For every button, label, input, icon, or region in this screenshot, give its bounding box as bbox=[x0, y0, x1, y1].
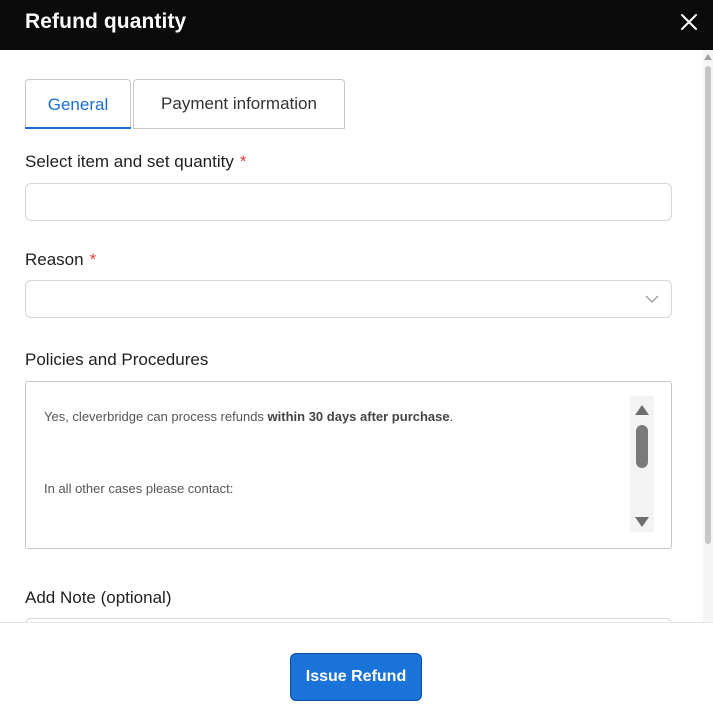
scroll-up-arrow-icon[interactable] bbox=[704, 54, 712, 60]
policies-scroll-thumb[interactable] bbox=[636, 425, 648, 468]
policy-line1-suffix: . bbox=[449, 409, 454, 424]
policy-line1-bold: within 30 days after purchase bbox=[267, 409, 450, 424]
item-quantity-input[interactable] bbox=[25, 183, 672, 221]
policies-text: Yes, cleverbridge can process refunds wi… bbox=[44, 408, 624, 548]
tab-payment-information[interactable]: Payment information bbox=[133, 79, 345, 129]
scroll-up-arrow-icon[interactable] bbox=[634, 404, 650, 416]
issue-refund-button[interactable]: Issue Refund bbox=[290, 653, 422, 701]
dialog-scrollbar[interactable] bbox=[703, 50, 713, 622]
dialog-footer: Issue Refund bbox=[0, 622, 713, 707]
scroll-down-arrow-icon[interactable] bbox=[634, 516, 650, 528]
required-mark: * bbox=[89, 250, 97, 269]
close-icon[interactable] bbox=[677, 10, 701, 34]
dialog-header: Refund quantity bbox=[0, 0, 713, 50]
required-mark: * bbox=[239, 152, 247, 171]
policy-line1-prefix: Yes, cleverbridge can process refunds bbox=[44, 409, 268, 424]
policies-scrollbar[interactable] bbox=[630, 396, 654, 532]
dialog-content: General Payment information Select item … bbox=[0, 50, 700, 622]
policy-line-contact: In all other cases please contact: bbox=[44, 481, 234, 496]
dialog-title: Refund quantity bbox=[25, 10, 187, 33]
policies-label: Policies and Procedures bbox=[25, 350, 209, 369]
add-note-label: Add Note (optional) bbox=[25, 588, 172, 607]
item-quantity-label: Select item and set quantity * bbox=[25, 152, 246, 172]
policy-line-refund-window: Yes, cleverbridge can process refunds wi… bbox=[44, 408, 624, 426]
reason-label-text: Reason bbox=[25, 250, 84, 269]
tab-general[interactable]: General bbox=[25, 79, 131, 129]
item-quantity-label-text: Select item and set quantity bbox=[25, 152, 234, 171]
dialog-scroll-thumb[interactable] bbox=[705, 66, 711, 544]
reason-label: Reason * bbox=[25, 250, 96, 270]
reason-select[interactable] bbox=[25, 280, 672, 318]
chevron-down-icon bbox=[645, 295, 659, 303]
policies-box: Yes, cleverbridge can process refunds wi… bbox=[25, 381, 672, 549]
